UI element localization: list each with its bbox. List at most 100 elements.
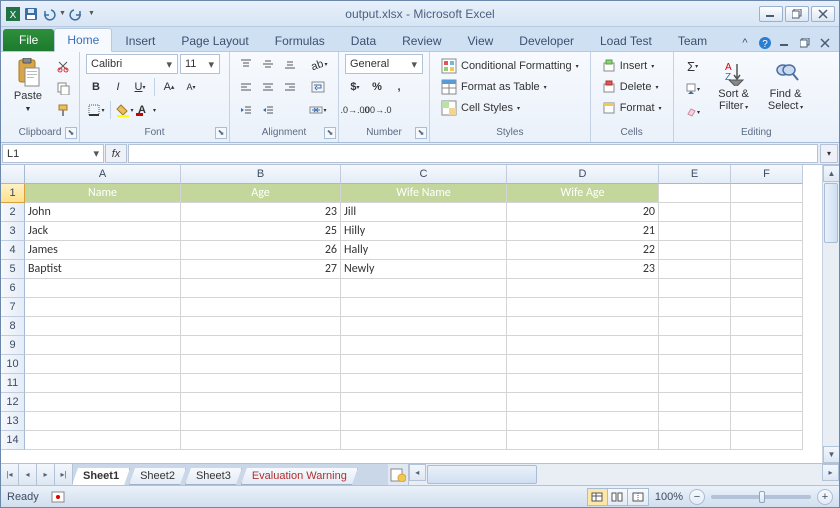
cell-4-A[interactable]: James xyxy=(25,241,181,260)
row-header-4[interactable]: 4 xyxy=(1,241,25,260)
cell-styles-button[interactable]: Cell Styles▾ xyxy=(436,98,525,118)
cell-14-F[interactable] xyxy=(731,431,803,450)
tab-review[interactable]: Review xyxy=(389,29,454,52)
copy-button[interactable] xyxy=(53,78,73,98)
cell-4-E[interactable] xyxy=(659,241,731,260)
cell-2-B[interactable]: 23 xyxy=(181,203,341,222)
cell-3-D[interactable]: 21 xyxy=(507,222,659,241)
sheet-tab-sheet2[interactable]: Sheet2 xyxy=(129,468,186,485)
scroll-left-button[interactable]: ◂ xyxy=(409,464,426,481)
cell-9-D[interactable] xyxy=(507,336,659,355)
restore-button[interactable] xyxy=(785,6,809,22)
number-dialog-launcher[interactable]: ⬊ xyxy=(415,127,427,139)
tab-developer[interactable]: Developer xyxy=(506,29,587,52)
cell-10-C[interactable] xyxy=(341,355,507,374)
vertical-scrollbar[interactable]: ▲ ▼ xyxy=(822,165,839,463)
cell-4-F[interactable] xyxy=(731,241,803,260)
name-box[interactable]: L1▾ xyxy=(2,144,104,163)
cell-13-A[interactable] xyxy=(25,412,181,431)
save-icon[interactable] xyxy=(23,6,39,22)
cell-3-E[interactable] xyxy=(659,222,731,241)
cell-8-D[interactable] xyxy=(507,317,659,336)
cell-11-B[interactable] xyxy=(181,374,341,393)
cell-11-C[interactable] xyxy=(341,374,507,393)
undo-icon[interactable] xyxy=(41,6,57,22)
cell-6-F[interactable] xyxy=(731,279,803,298)
row-header-5[interactable]: 5 xyxy=(1,260,25,279)
font-dialog-launcher[interactable]: ⬊ xyxy=(215,127,227,139)
decrease-decimal-button[interactable]: .00→.0 xyxy=(367,100,387,120)
row-header-13[interactable]: 13 xyxy=(1,412,25,431)
tab-data[interactable]: Data xyxy=(338,29,389,52)
decrease-font-button[interactable]: A▾ xyxy=(181,77,201,97)
page-break-view-button[interactable] xyxy=(628,489,648,505)
cell-3-C[interactable]: Hilly xyxy=(341,222,507,241)
cell-9-A[interactable] xyxy=(25,336,181,355)
increase-indent-button[interactable] xyxy=(258,100,278,120)
help-icon[interactable]: ? xyxy=(757,35,773,51)
sheet-tab-evaluation-warning[interactable]: Evaluation Warning xyxy=(241,468,358,485)
cut-button[interactable] xyxy=(53,56,73,76)
cell-8-A[interactable] xyxy=(25,317,181,336)
cell-10-B[interactable] xyxy=(181,355,341,374)
undo-dropdown[interactable]: ▼ xyxy=(59,10,66,17)
cell-5-D[interactable]: 23 xyxy=(507,260,659,279)
cell-6-E[interactable] xyxy=(659,279,731,298)
col-header-F[interactable]: F xyxy=(731,165,803,184)
zoom-level[interactable]: 100% xyxy=(655,491,683,503)
cell-11-E[interactable] xyxy=(659,374,731,393)
cell-3-B[interactable]: 25 xyxy=(181,222,341,241)
next-sheet-button[interactable]: ▸ xyxy=(37,464,55,485)
cell-7-F[interactable] xyxy=(731,298,803,317)
increase-font-button[interactable]: A▴ xyxy=(159,77,179,97)
row-header-8[interactable]: 8 xyxy=(1,317,25,336)
cell-9-F[interactable] xyxy=(731,336,803,355)
cell-12-F[interactable] xyxy=(731,393,803,412)
new-sheet-button[interactable] xyxy=(388,464,408,485)
font-name-combo[interactable]: Calibri▾ xyxy=(86,54,178,74)
cell-5-F[interactable] xyxy=(731,260,803,279)
orientation-button[interactable]: ab▾ xyxy=(304,54,332,74)
normal-view-button[interactable] xyxy=(588,489,608,505)
cell-12-E[interactable] xyxy=(659,393,731,412)
last-sheet-button[interactable]: ▸| xyxy=(55,464,73,485)
tab-formulas[interactable]: Formulas xyxy=(262,29,338,52)
row-header-10[interactable]: 10 xyxy=(1,355,25,374)
align-bottom-button[interactable] xyxy=(280,54,300,74)
row-header-2[interactable]: 2 xyxy=(1,203,25,222)
cell-4-D[interactable]: 22 xyxy=(507,241,659,260)
clear-button[interactable]: ▾ xyxy=(680,102,706,122)
doc-close-button[interactable] xyxy=(817,35,833,51)
cell-11-D[interactable] xyxy=(507,374,659,393)
close-button[interactable] xyxy=(811,6,835,22)
zoom-out-button[interactable]: − xyxy=(689,489,705,505)
merge-center-button[interactable]: ▾ xyxy=(304,100,332,120)
cell-1-B[interactable]: Age xyxy=(181,184,341,203)
format-as-table-button[interactable]: Format as Table▾ xyxy=(436,77,552,97)
cell-3-A[interactable]: Jack xyxy=(25,222,181,241)
cell-10-A[interactable] xyxy=(25,355,181,374)
row-header-9[interactable]: 9 xyxy=(1,336,25,355)
autosum-button[interactable]: Σ▾ xyxy=(680,56,706,76)
cell-8-B[interactable] xyxy=(181,317,341,336)
scroll-down-button[interactable]: ▼ xyxy=(823,446,839,463)
cell-7-B[interactable] xyxy=(181,298,341,317)
scroll-right-button[interactable]: ▸ xyxy=(822,464,839,481)
underline-button[interactable]: U▾ xyxy=(130,77,150,97)
font-color-button[interactable]: A▾ xyxy=(137,100,157,120)
row-header-14[interactable]: 14 xyxy=(1,431,25,450)
bold-button[interactable]: B xyxy=(86,77,106,97)
fill-color-button[interactable]: ▾ xyxy=(115,100,135,120)
row-header-6[interactable]: 6 xyxy=(1,279,25,298)
sheet-tab-sheet1[interactable]: Sheet1 xyxy=(72,468,130,485)
align-middle-button[interactable] xyxy=(258,54,278,74)
align-right-button[interactable] xyxy=(280,77,300,97)
cell-1-F[interactable] xyxy=(731,184,803,203)
cell-14-B[interactable] xyxy=(181,431,341,450)
page-layout-view-button[interactable] xyxy=(608,489,628,505)
macro-record-icon[interactable] xyxy=(51,490,65,504)
align-left-button[interactable] xyxy=(236,77,256,97)
cell-13-B[interactable] xyxy=(181,412,341,431)
paste-button[interactable]: Paste▼ xyxy=(7,54,49,120)
hscroll-thumb[interactable] xyxy=(427,465,537,484)
